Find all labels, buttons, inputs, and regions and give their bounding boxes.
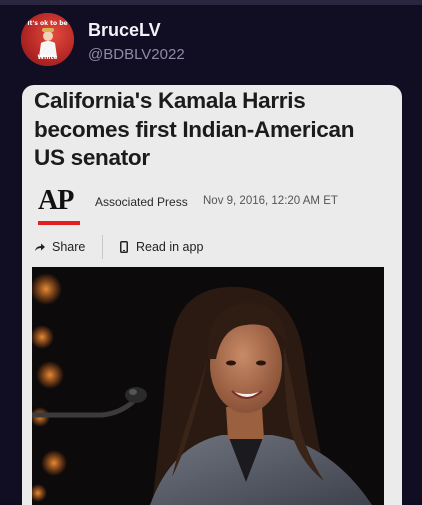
ap-logo: AP (38, 185, 74, 216)
avatar-top-text: It's ok to be (27, 20, 68, 27)
article-source: Associated Press (95, 195, 188, 209)
display-name[interactable]: BruceLV (88, 20, 161, 41)
headline-line-3: US senator (34, 145, 150, 170)
article-dateline: Nov 9, 2016, 12:20 AM ET (203, 195, 338, 207)
read-in-app-label: Read in app (136, 240, 204, 254)
article-headline: California's Kamala Harris becomes first… (34, 87, 396, 173)
share-arrow-icon (35, 243, 45, 251)
headline-line-1: California's Kamala Harris (34, 88, 306, 113)
speaker-photo-illustration (32, 267, 384, 505)
article-screenshot[interactable]: California's Kamala Harris becomes first… (22, 85, 402, 505)
share-button[interactable]: Share (34, 238, 85, 256)
avatar-bottom-text: White (37, 54, 58, 61)
article-photo[interactable] (32, 267, 384, 505)
ap-logo-underline (38, 221, 80, 225)
user-handle[interactable]: @BDBLV2022 (88, 46, 185, 63)
avatar[interactable]: It's ok to be White (21, 13, 74, 66)
phone-icon (120, 241, 128, 253)
share-label: Share (52, 240, 86, 254)
read-in-app-button[interactable]: Read in app (120, 238, 203, 256)
headline-line-2: becomes first Indian-American (34, 116, 355, 142)
tweet-post: It's ok to be White BruceLV @BDBLV2022 C… (0, 0, 422, 505)
top-edge (0, 0, 422, 5)
action-divider (102, 235, 103, 259)
